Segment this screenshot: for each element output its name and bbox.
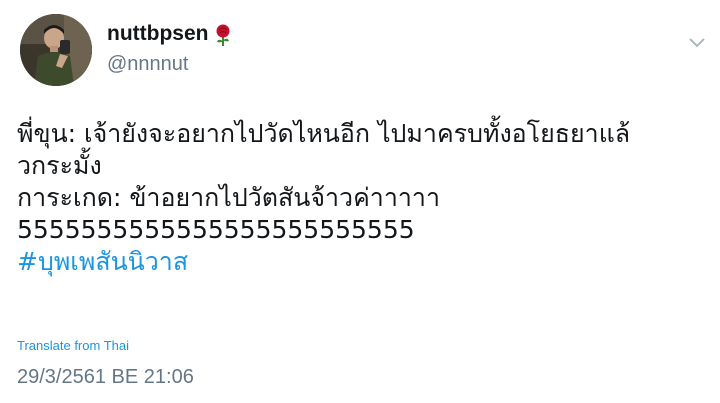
tweet-text-line: วกระมั้ง	[17, 151, 102, 180]
tweet-card: nuttbpsen @nnnnut พี่ขุน: เจ้ายังจะอยากไ…	[0, 0, 720, 403]
display-name[interactable]: nuttbpsen	[107, 22, 208, 46]
tweet-timestamp[interactable]: 29/3/2561 BE 21:06	[17, 366, 194, 389]
rose-icon	[213, 23, 233, 47]
user-handle[interactable]: @nnnnut	[107, 53, 188, 76]
translate-link[interactable]: Translate from Thai	[17, 338, 129, 353]
tweet-text-line: การะเกด: ข้าอยากไปวัตสันจ้าวค่าาาาา	[17, 183, 440, 212]
tweet-text-line: 5555555555555555555555555	[17, 215, 415, 244]
tweet-text: พี่ขุน: เจ้ายังจะอยากไปวัดไหนอีก ไปมาครบ…	[17, 118, 707, 278]
profile-photo-icon	[20, 14, 92, 86]
tweet-text-line: พี่ขุน: เจ้ายังจะอยากไปวัดไหนอีก ไปมาครบ…	[17, 119, 631, 148]
avatar[interactable]	[20, 14, 92, 86]
hashtag-link[interactable]: #บุพเพสันนิวาส	[17, 246, 707, 278]
chevron-down-icon[interactable]	[688, 34, 706, 48]
